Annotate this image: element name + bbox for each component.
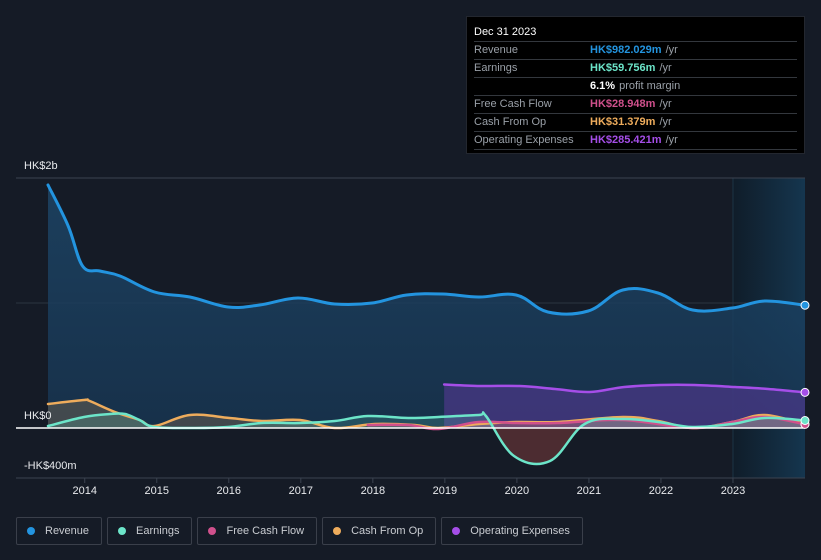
legend-label: Cash From Op (351, 525, 424, 537)
legend-dot-icon (118, 527, 127, 535)
tooltip-row-unit: profit margin (619, 80, 681, 92)
x-tick-label: 2022 (648, 485, 674, 497)
legend-dot-icon (333, 527, 342, 535)
x-tick-label: 2015 (144, 485, 169, 497)
tooltip-row-unit: /yr (659, 62, 672, 74)
revenue-end-point[interactable] (800, 300, 810, 310)
tooltip-row-label: Earnings (474, 62, 518, 74)
legend-item-revenue[interactable]: Revenue (16, 517, 103, 545)
tooltip-row-unit: /yr (659, 98, 672, 110)
tooltip-row-value: 6.1% (590, 80, 616, 92)
y-tick-label-zero: HK$0 (24, 410, 52, 422)
tooltip-row-value: HK$982.029m (590, 44, 662, 56)
tooltip-row: Revenue HK$982.029m/yr (474, 42, 797, 60)
legend: Revenue Earnings Free Cash Flow Cash From O… (16, 517, 583, 545)
legend-label: Revenue (45, 525, 90, 537)
x-tick-label: 2021 (576, 485, 602, 497)
y-tick-label-top: HK$2b (24, 160, 58, 172)
tooltip-row-label (474, 78, 590, 95)
x-tick-label: 2023 (720, 485, 746, 497)
tooltip-row: Cash From Op HK$31.379m/yr (474, 114, 797, 132)
legend-label: Operating Expenses (470, 525, 570, 537)
operating-expenses-end-point[interactable] (800, 387, 810, 397)
legend-label: Earnings (136, 525, 180, 537)
tooltip-row-value: HK$59.756m (590, 62, 656, 74)
x-tick-label: 2019 (432, 485, 458, 497)
tooltip-row: 6.1% profit margin (474, 78, 797, 96)
tooltip-panel: Dec 31 2023 Revenue HK$982.029m/yr Earning… (466, 16, 805, 154)
legend-dot-icon (208, 527, 217, 535)
legend-dot-icon (27, 527, 35, 535)
tooltip-row-unit: /yr (665, 134, 678, 146)
legend-label: Free Cash Flow (226, 525, 305, 537)
tooltip-row-value: HK$285.421m (590, 134, 662, 146)
legend-item-free-cash-flow[interactable]: Free Cash Flow (197, 517, 318, 545)
tooltip-row: Operating Expenses HK$285.421m/yr (474, 132, 797, 150)
tooltip-row: Earnings HK$59.756m/yr (474, 60, 797, 78)
earnings-end-point[interactable] (800, 416, 810, 425)
tooltip-row-unit: /yr (665, 44, 678, 56)
tooltip-row-label: Operating Expenses (474, 134, 574, 146)
tooltip-row-label: Cash From Op (474, 116, 547, 128)
legend-item-earnings[interactable]: Earnings (107, 517, 193, 545)
tooltip-row-label: Free Cash Flow (474, 98, 552, 110)
x-tick-label: 2018 (360, 485, 386, 497)
tooltip-row-unit: /yr (659, 116, 672, 128)
x-tick-label: 2020 (504, 485, 530, 497)
tooltip-date: Dec 31 2023 (474, 23, 797, 42)
x-tick-label: 2017 (288, 485, 314, 497)
x-tick-label: 2014 (72, 485, 97, 497)
y-tick-label-bottom: -HK$400m (24, 460, 77, 472)
tooltip-row-value: HK$28.948m (590, 98, 656, 110)
tooltip-row-label: Revenue (474, 44, 519, 56)
tooltip-row-value: HK$31.379m (590, 116, 656, 128)
tooltip-row: Free Cash Flow HK$28.948m/yr (474, 96, 797, 114)
tooltip-rows: Revenue HK$982.029m/yr Earnings HK$59.756m /… (474, 42, 797, 150)
legend-item-operating-expenses[interactable]: Operating Expenses (441, 517, 583, 545)
legend-dot-icon (452, 527, 461, 535)
legend-item-cash-from-op[interactable]: Cash From Op (322, 517, 437, 545)
x-tick-label: 2016 (216, 485, 242, 497)
